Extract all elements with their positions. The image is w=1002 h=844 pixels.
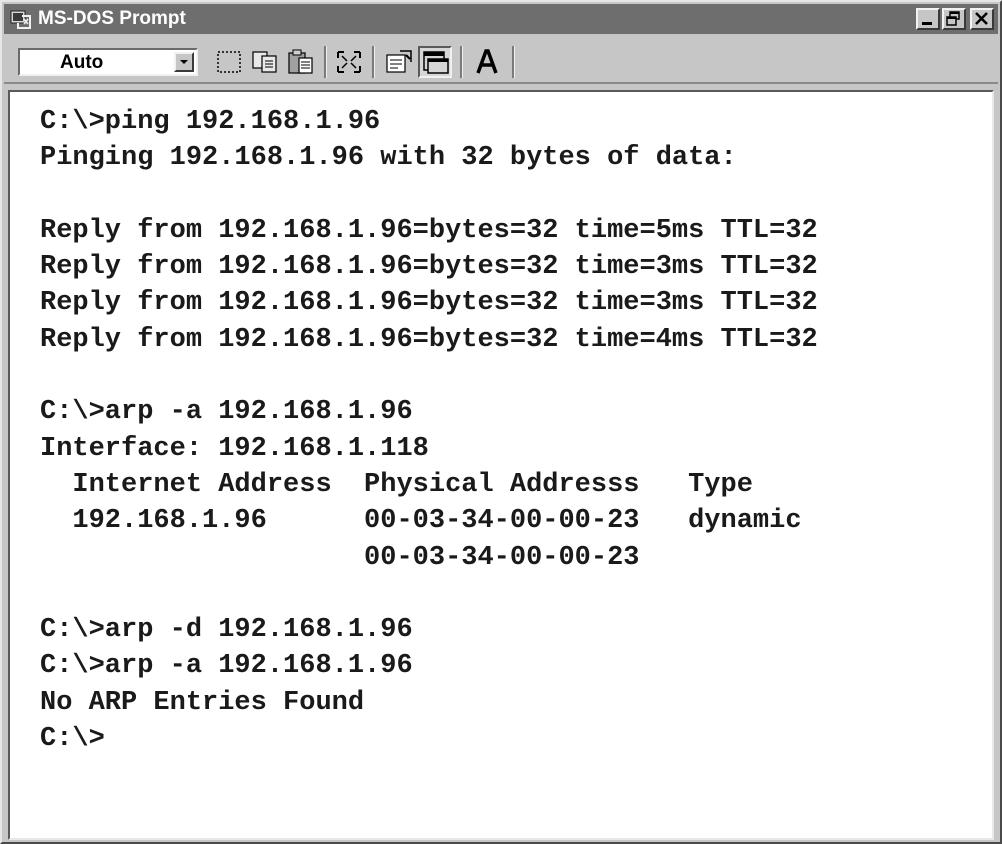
terminal-line: C:\>arp -a 192.168.1.96 bbox=[40, 397, 413, 428]
terminal-line: Reply from 192.168.1.96=bytes=32 time=4m… bbox=[40, 324, 818, 355]
minimize-button[interactable] bbox=[916, 8, 940, 30]
terminal-line: C:\>arp -d 192.168.1.96 bbox=[40, 615, 413, 646]
background-icon bbox=[423, 51, 449, 74]
toolbar-separator bbox=[372, 46, 375, 78]
terminal-line: C:\>arp -a 192.168.1.96 bbox=[40, 651, 413, 682]
toolbar-separator bbox=[512, 46, 515, 78]
font-size-select[interactable]: Auto bbox=[18, 48, 198, 76]
properties-icon bbox=[386, 50, 412, 73]
toolbar-separator bbox=[460, 46, 463, 78]
mark-button[interactable] bbox=[212, 46, 246, 78]
terminal-line: C:\>ping 192.168.1.96 bbox=[40, 107, 381, 137]
terminal-line: 192.168.1.96 00-03-34-00-00-23 dynamic bbox=[40, 506, 802, 537]
ms-dos-window: MS-DOS Prompt Auto C:\>ping 192.168.1.96… bbox=[0, 0, 1002, 844]
window-title: MS-DOS Prompt bbox=[38, 8, 186, 29]
terminal-line: Reply from 192.168.1.96=bytes=32 time=3m… bbox=[40, 288, 818, 319]
font-icon bbox=[476, 49, 498, 74]
restore-icon bbox=[946, 11, 960, 26]
ms-dos-icon bbox=[10, 10, 31, 29]
title-bar[interactable]: MS-DOS Prompt bbox=[4, 4, 998, 34]
terminal-line: Interface: 192.168.1.118 bbox=[40, 433, 429, 464]
toolbar: Auto bbox=[4, 36, 998, 84]
paste-icon bbox=[288, 49, 313, 74]
chevron-down-icon bbox=[180, 60, 188, 64]
close-icon bbox=[975, 12, 988, 25]
terminal-line: C:\> bbox=[40, 724, 105, 755]
terminal-line: 00-03-34-00-00-23 bbox=[40, 542, 640, 573]
full-screen-button[interactable] bbox=[332, 46, 366, 78]
minimize-icon bbox=[922, 22, 932, 25]
terminal-line: Reply from 192.168.1.96=bytes=32 time=3m… bbox=[40, 252, 818, 283]
terminal-line: Internet Address Physical Addresss Type bbox=[40, 469, 753, 500]
terminal-line: Pinging 192.168.1.96 with 32 bytes of da… bbox=[40, 143, 737, 174]
copy-button[interactable] bbox=[248, 46, 282, 78]
font-button[interactable] bbox=[470, 46, 504, 78]
restore-button[interactable] bbox=[942, 8, 966, 30]
mark-icon bbox=[217, 51, 241, 73]
terminal-lines: C:\>ping 192.168.1.96 Pinging 192.168.1.9… bbox=[40, 104, 818, 757]
copy-icon bbox=[252, 51, 277, 73]
full-screen-icon bbox=[337, 51, 361, 73]
background-button[interactable] bbox=[418, 46, 452, 78]
font-size-dropdown-button[interactable] bbox=[174, 52, 194, 72]
terminal-line: Reply from 192.168.1.96=bytes=32 time=5m… bbox=[40, 215, 818, 246]
close-button[interactable] bbox=[970, 8, 994, 30]
terminal-line: No ARP Entries Found bbox=[40, 687, 365, 718]
properties-button[interactable] bbox=[382, 46, 416, 78]
font-size-value: Auto bbox=[60, 52, 104, 73]
terminal-output[interactable]: C:\>ping 192.168.1.96 Pinging 192.168.1.9… bbox=[8, 90, 994, 840]
paste-button[interactable] bbox=[284, 46, 318, 78]
toolbar-separator bbox=[324, 46, 327, 78]
